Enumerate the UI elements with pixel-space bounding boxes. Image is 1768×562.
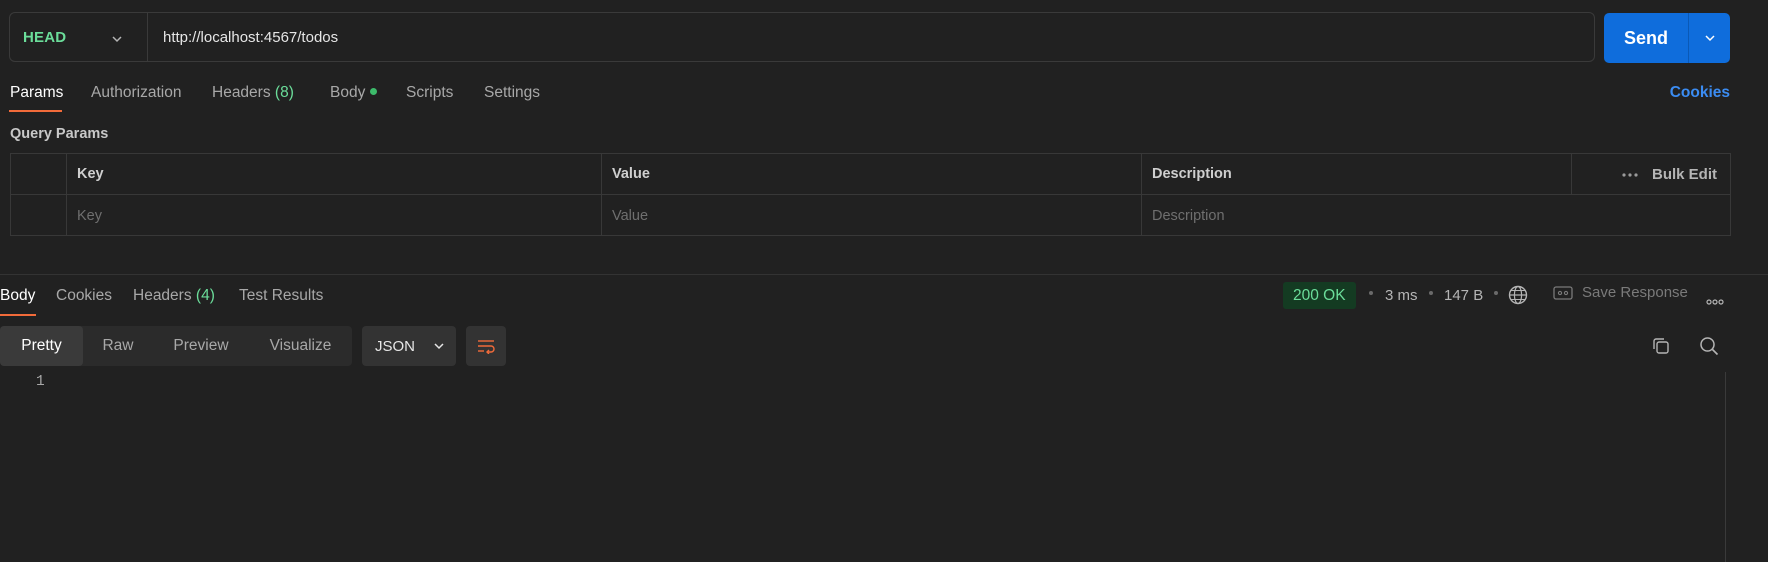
active-tab-indicator bbox=[9, 110, 62, 112]
url-bar: HEAD bbox=[9, 12, 1595, 62]
tab-headers[interactable]: Headers (8) bbox=[212, 84, 294, 102]
table-row bbox=[11, 195, 1731, 236]
column-key: Key bbox=[66, 154, 601, 194]
pane-divider[interactable] bbox=[0, 274, 1768, 275]
view-raw[interactable]: Raw bbox=[83, 326, 153, 366]
response-tab-cookies[interactable]: Cookies bbox=[56, 287, 112, 305]
chevron-down-icon bbox=[434, 343, 444, 350]
response-size[interactable]: 147 B bbox=[1444, 287, 1483, 304]
chevron-down-icon bbox=[1704, 35, 1715, 42]
key-input[interactable] bbox=[77, 207, 601, 224]
table-header-row: Key Value Description Bulk Edit bbox=[11, 154, 1730, 195]
active-response-tab-indicator bbox=[0, 314, 36, 316]
view-preview[interactable]: Preview bbox=[153, 326, 249, 366]
line-number: 1 bbox=[36, 374, 45, 390]
globe-icon[interactable] bbox=[1508, 285, 1528, 308]
copy-icon[interactable] bbox=[1649, 334, 1673, 358]
send-button[interactable]: Send bbox=[1604, 13, 1689, 63]
format-label: JSON bbox=[375, 337, 416, 355]
tab-scripts[interactable]: Scripts bbox=[406, 84, 453, 102]
column-value: Value bbox=[601, 154, 1141, 194]
separator-dot bbox=[1429, 291, 1433, 295]
response-headers-count: (4) bbox=[195, 287, 215, 304]
status-badge[interactable]: 200 OK bbox=[1283, 282, 1356, 309]
url-input[interactable] bbox=[148, 13, 1594, 61]
tab-body-label: Body bbox=[330, 84, 366, 101]
save-response-button[interactable]: Save Response bbox=[1553, 284, 1688, 301]
wrap-lines-icon bbox=[478, 340, 495, 354]
response-tab-body[interactable]: Body bbox=[0, 287, 35, 305]
cookies-link[interactable]: Cookies bbox=[1670, 84, 1730, 102]
response-time[interactable]: 3 ms bbox=[1385, 287, 1418, 304]
response-tab-headers-label: Headers bbox=[133, 287, 192, 304]
more-icon bbox=[1622, 172, 1638, 177]
search-icon[interactable] bbox=[1697, 334, 1721, 358]
format-select[interactable]: JSON bbox=[362, 326, 456, 366]
save-response-label: Save Response bbox=[1582, 284, 1688, 301]
response-tab-headers[interactable]: Headers (4) bbox=[133, 287, 215, 305]
bulk-edit-button[interactable]: Bulk Edit bbox=[1622, 154, 1717, 195]
tab-params[interactable]: Params bbox=[10, 84, 63, 102]
bulk-edit-label: Bulk Edit bbox=[1651, 166, 1717, 183]
tab-body[interactable]: Body bbox=[330, 84, 378, 102]
body-indicator-dot bbox=[370, 88, 378, 95]
key-cell bbox=[66, 195, 601, 236]
view-visualize[interactable]: Visualize bbox=[249, 326, 352, 366]
chevron-down-icon bbox=[111, 32, 123, 48]
tab-authorization[interactable]: Authorization bbox=[91, 84, 181, 102]
save-response-icon bbox=[1553, 285, 1573, 300]
headers-count: (8) bbox=[274, 84, 294, 101]
bulk-edit-cell: Bulk Edit bbox=[1571, 154, 1731, 194]
value-input[interactable] bbox=[612, 207, 1141, 224]
tab-settings[interactable]: Settings bbox=[484, 84, 540, 102]
separator-dot bbox=[1369, 291, 1373, 295]
send-button-group: Send bbox=[1604, 13, 1730, 63]
separator-dot bbox=[1494, 291, 1498, 295]
method-select[interactable]: HEAD bbox=[10, 13, 148, 61]
wrap-lines-button[interactable] bbox=[466, 326, 506, 366]
query-params-title: Query Params bbox=[10, 126, 109, 142]
editor-scrollbar[interactable] bbox=[1725, 372, 1726, 562]
more-options-icon[interactable] bbox=[1706, 292, 1724, 308]
column-description: Description bbox=[1141, 154, 1571, 194]
response-tab-test-results[interactable]: Test Results bbox=[239, 287, 323, 305]
value-cell bbox=[601, 195, 1141, 236]
description-cell bbox=[1141, 195, 1731, 236]
view-pretty[interactable]: Pretty bbox=[0, 326, 83, 366]
description-input[interactable] bbox=[1152, 207, 1731, 224]
send-options-button[interactable] bbox=[1689, 13, 1730, 63]
tab-headers-label: Headers bbox=[212, 84, 271, 101]
view-mode-segmented: Pretty Raw Preview Visualize bbox=[0, 326, 352, 366]
method-label: HEAD bbox=[23, 28, 67, 46]
query-params-table: Key Value Description Bulk Edit bbox=[10, 153, 1731, 236]
